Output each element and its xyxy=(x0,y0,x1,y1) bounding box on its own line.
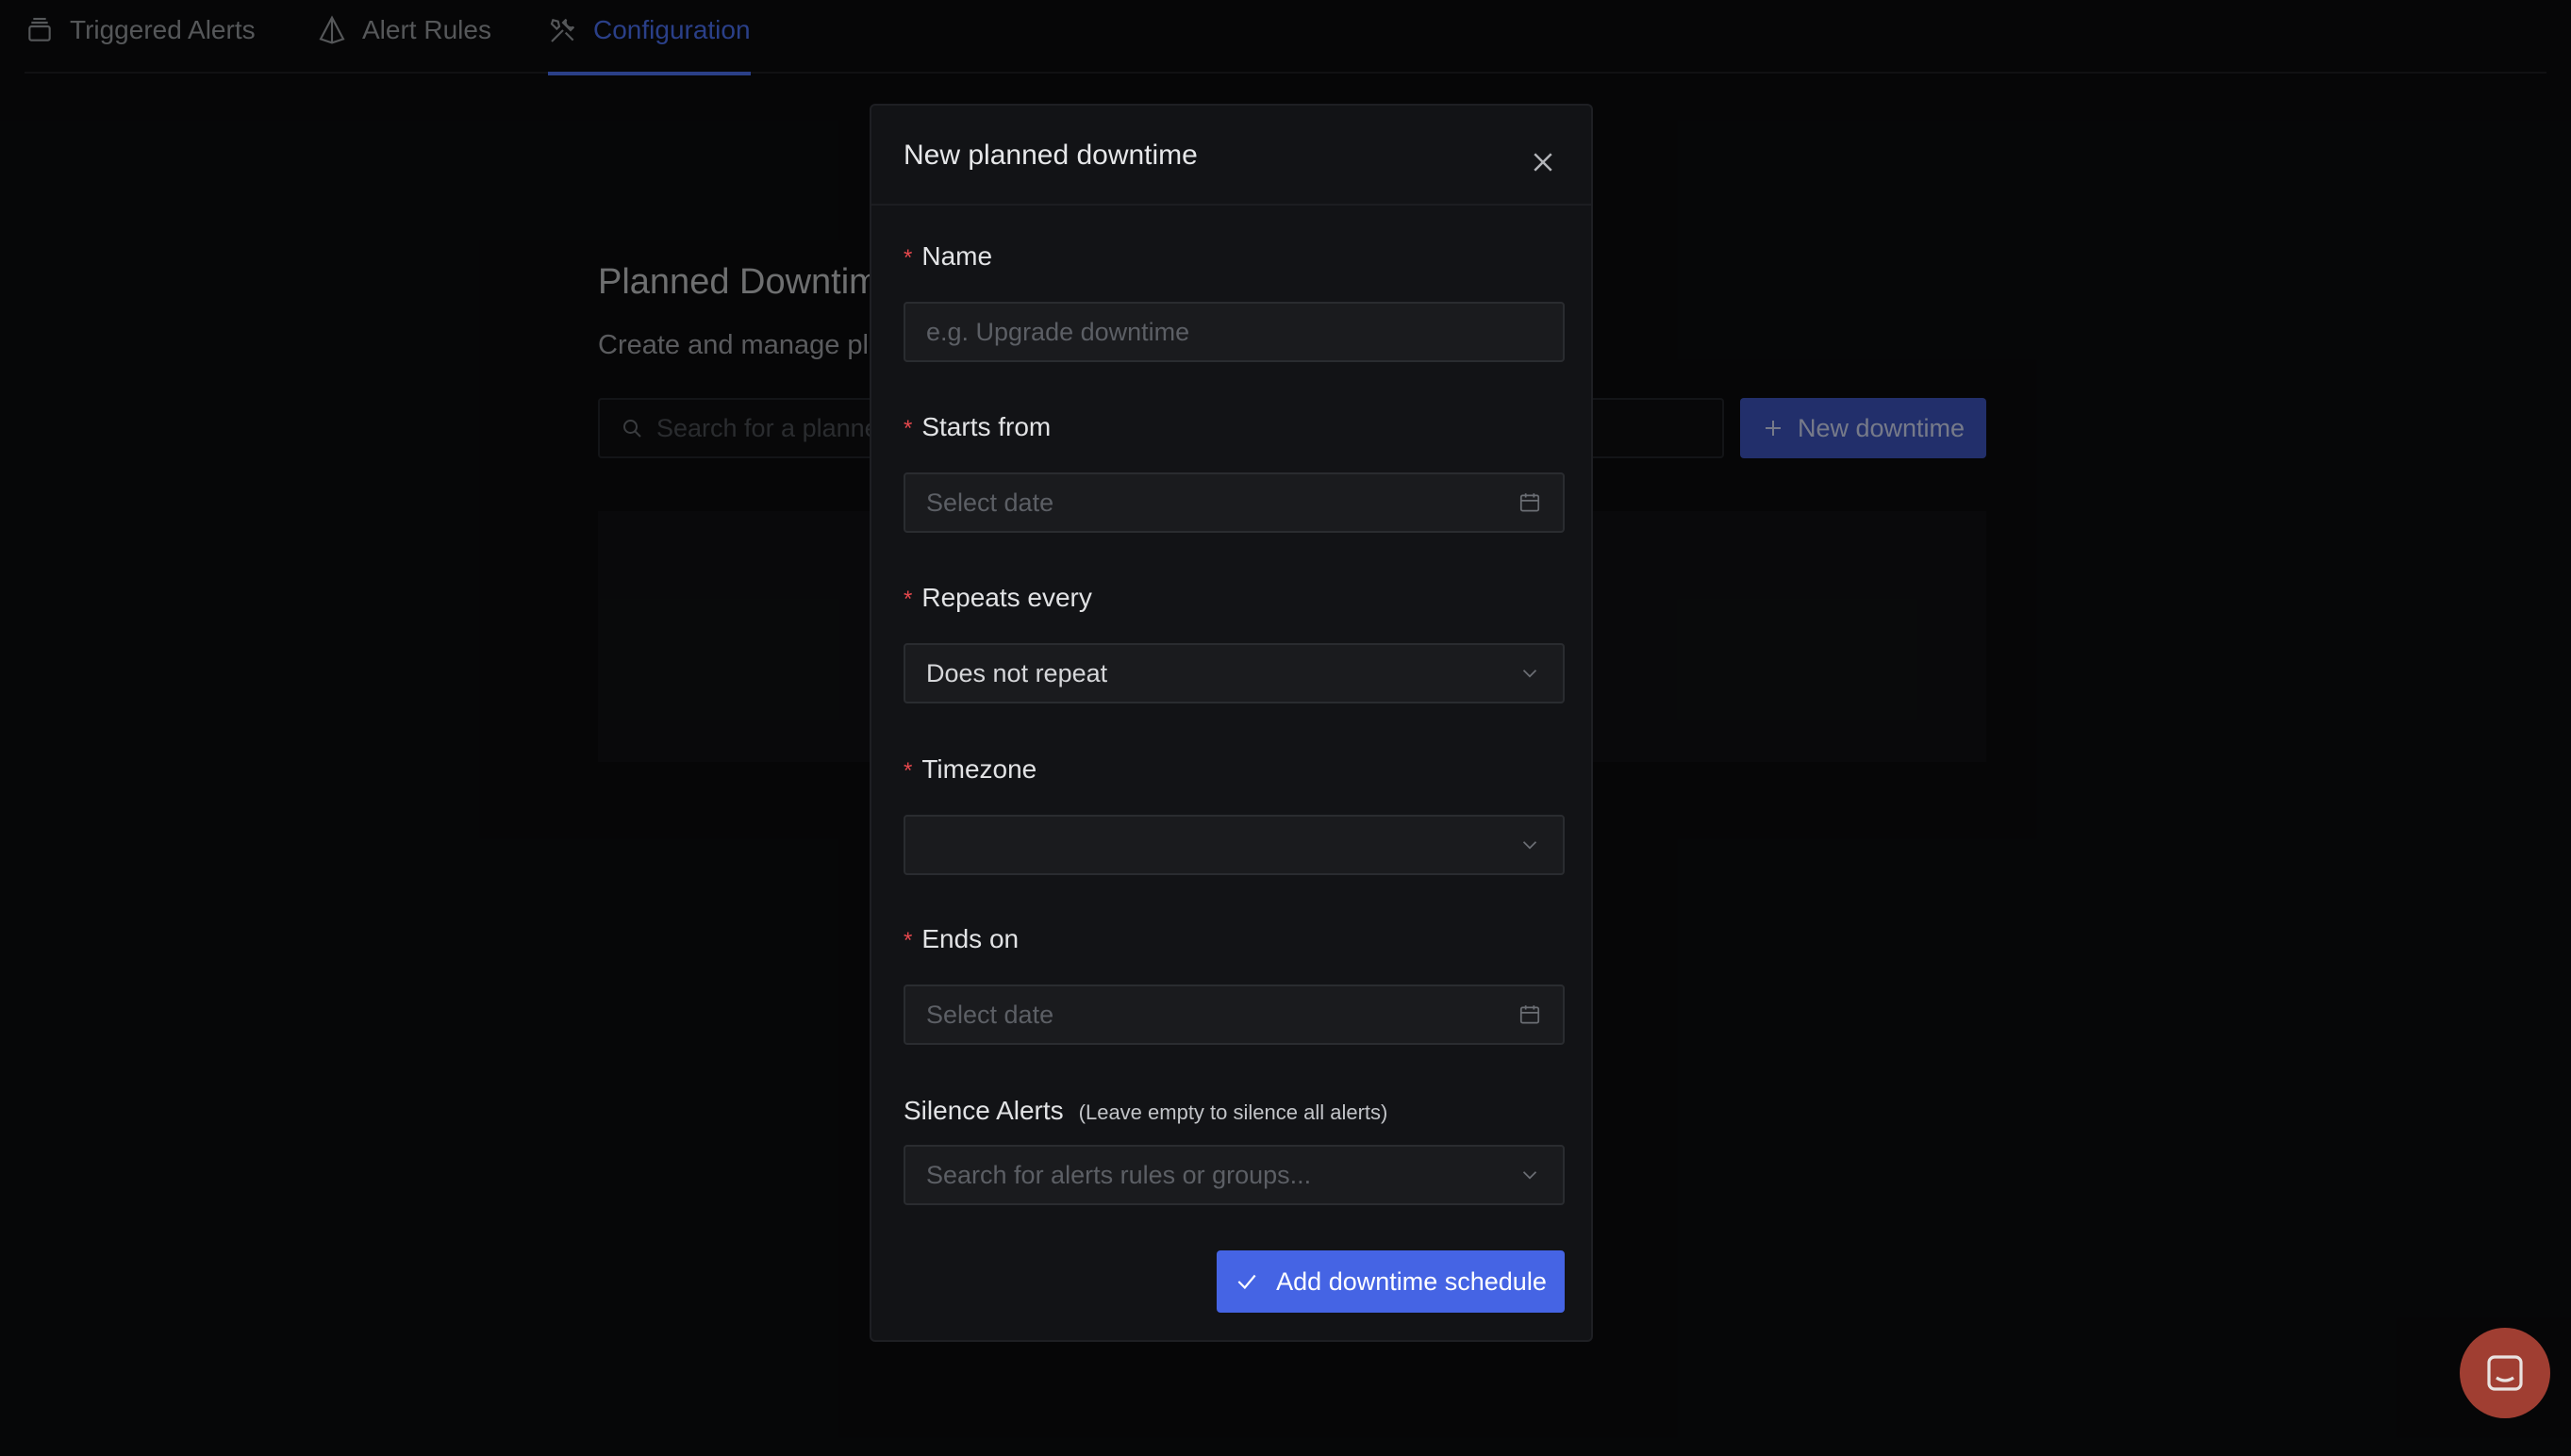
silence-alerts-label: Silence Alerts (Leave empty to silence a… xyxy=(904,1096,1388,1125)
timezone-label: * Timezone xyxy=(904,754,1037,784)
chevron-down-icon xyxy=(1522,1171,1537,1180)
name-input[interactable] xyxy=(926,317,1542,347)
chevron-down-icon xyxy=(1522,670,1537,678)
name-label: * Name xyxy=(904,241,993,271)
starts-from-label: * Starts from xyxy=(904,412,1052,441)
required-marker: * xyxy=(904,416,913,441)
ends-on-placeholder: Select date xyxy=(926,1000,1054,1029)
silence-alerts-placeholder: Search for alerts rules or groups... xyxy=(926,1160,1312,1189)
chat-icon xyxy=(2487,1355,2523,1391)
starts-from-date-picker[interactable]: Select date xyxy=(904,472,1565,533)
calendar-icon xyxy=(1519,1005,1540,1024)
submit-label: Add downtime schedule xyxy=(1276,1266,1547,1296)
required-marker: * xyxy=(904,928,913,953)
ends-on-label: * Ends on xyxy=(904,924,1020,953)
repeats-every-value: Does not repeat xyxy=(926,658,1108,687)
close-icon xyxy=(1534,153,1552,172)
silence-alerts-hint: (Leave empty to silence all alerts) xyxy=(1078,1100,1388,1124)
silence-alerts-select[interactable]: Search for alerts rules or groups... xyxy=(904,1145,1565,1205)
chevron-down-icon xyxy=(1522,841,1537,850)
modal-header: New planned downtime xyxy=(871,106,1591,206)
modal-title: New planned downtime xyxy=(904,140,1198,171)
required-marker: * xyxy=(904,245,913,271)
required-marker: * xyxy=(904,758,913,784)
repeats-every-select[interactable]: Does not repeat xyxy=(904,643,1565,703)
required-marker: * xyxy=(904,587,913,612)
timezone-select[interactable] xyxy=(904,815,1565,875)
new-downtime-modal: New planned downtime * Name * Starts fro… xyxy=(870,104,1593,1342)
starts-from-placeholder: Select date xyxy=(926,488,1054,517)
check-icon xyxy=(1237,1274,1256,1290)
repeats-every-label: * Repeats every xyxy=(904,583,1092,612)
add-downtime-schedule-button[interactable]: Add downtime schedule xyxy=(1217,1250,1565,1313)
name-field[interactable] xyxy=(904,302,1565,362)
ends-on-date-picker[interactable]: Select date xyxy=(904,984,1565,1045)
chat-launcher-button[interactable] xyxy=(2460,1328,2550,1418)
close-button[interactable] xyxy=(1522,141,1564,183)
calendar-icon xyxy=(1519,493,1540,512)
